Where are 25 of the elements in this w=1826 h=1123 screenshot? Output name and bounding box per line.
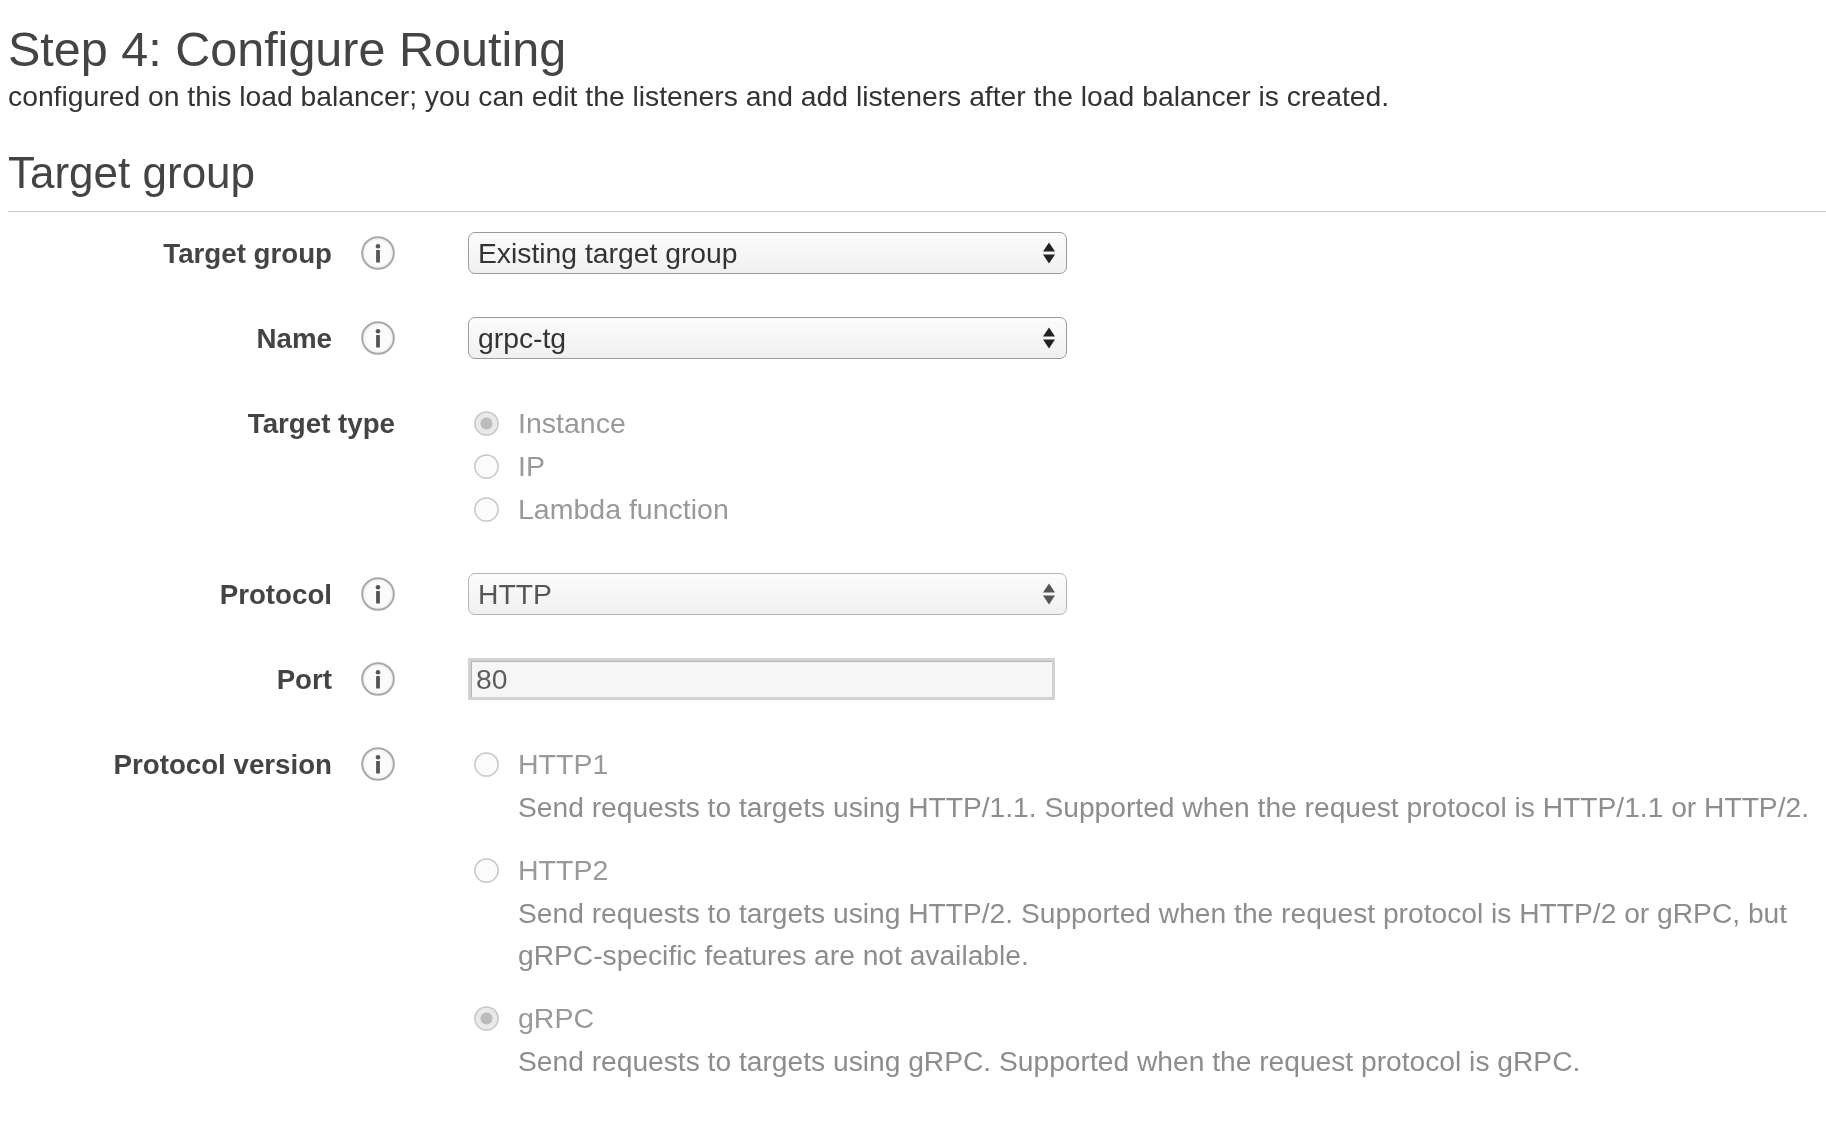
- field-label: Port: [276, 662, 332, 697]
- info-icon[interactable]: [361, 236, 395, 271]
- radio-label: IP: [518, 448, 545, 484]
- up-down-arrows-icon: [1042, 241, 1056, 264]
- up-down-arrows-icon: [1042, 326, 1056, 349]
- up-down-arrows-icon: [1042, 582, 1056, 605]
- select-dropdown[interactable]: grpc-tg: [468, 316, 1067, 359]
- radio-label: Lambda function: [518, 491, 729, 527]
- field-label: Protocol: [219, 577, 332, 612]
- field-label: Name: [256, 321, 332, 356]
- option-description: Send requests to targets using HTTP/1.1. Supported when the request protocol is HTTP/1.1 or HTTP/2.: [518, 789, 1810, 825]
- field-label: Protocol version: [113, 747, 332, 782]
- radio-label: HTTP2: [518, 852, 609, 888]
- field-label: Target group: [163, 236, 332, 271]
- option-description: Send requests to targets using gRPC. Supported when the request protocol is gRPC.: [518, 1043, 1582, 1079]
- radio-label: Instance: [518, 405, 626, 441]
- select-dropdown[interactable]: Existing target group: [468, 231, 1067, 274]
- option-description: Send requests to targets using HTTP/2. Supported when the request protocol is HTTP/2 or gRPC, but gRPC-specific features are not available.: [518, 895, 1789, 973]
- section-heading: Target group: [8, 147, 257, 200]
- radio-label: gRPC: [518, 1000, 595, 1036]
- page-title: Step 4: Configure Routing: [8, 21, 568, 78]
- field-label: Target type: [247, 406, 395, 441]
- radio-label: HTTP1: [518, 746, 609, 782]
- info-icon[interactable]: [361, 321, 395, 356]
- intro-text: configured on this load balancer; you can edit the listeners and add listeners after the load balancer is created.: [8, 80, 1391, 115]
